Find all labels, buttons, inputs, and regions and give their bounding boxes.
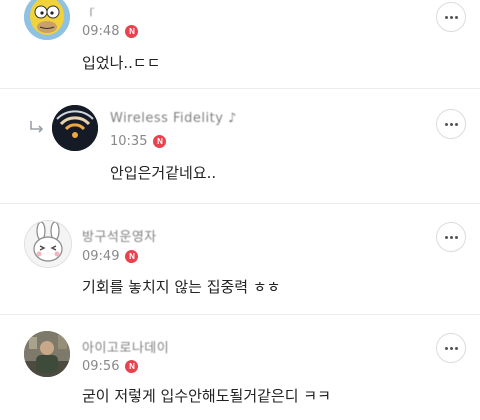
- avatar[interactable]: [24, 220, 72, 268]
- more-options-button[interactable]: [436, 333, 466, 363]
- wifi-avatar-icon: [52, 105, 98, 151]
- more-options-button[interactable]: [436, 2, 466, 32]
- reply-item: Wireless Fidelity ♪ 10:35 N 안입은거같네요..: [0, 89, 480, 201]
- nickname[interactable]: Wireless Fidelity ♪: [110, 111, 237, 126]
- more-options-button[interactable]: [436, 109, 466, 139]
- more-dots-icon: [449, 346, 453, 350]
- more-options-button[interactable]: [436, 222, 466, 252]
- comment-item: 「 09:48 N 입었나..ㄷㄷ: [0, 0, 480, 88]
- nickname[interactable]: 방구석운영자: [82, 226, 157, 245]
- more-dots-icon: [444, 122, 448, 126]
- new-badge: N: [153, 135, 167, 148]
- photo-avatar-icon: [24, 331, 70, 377]
- more-dots-icon: [449, 122, 453, 126]
- reply-arrow-icon: [30, 121, 44, 133]
- more-dots-icon: [454, 122, 458, 126]
- timestamp-row: 09:56 N: [82, 359, 139, 374]
- more-dots-icon: [454, 15, 458, 19]
- avatar[interactable]: [52, 105, 98, 151]
- timestamp-row: 10:35 N: [110, 134, 167, 149]
- comment-text: 굳이 저렇게 입수안해도될거같은디 ㅋㅋ: [82, 387, 331, 405]
- new-badge: N: [125, 360, 139, 373]
- more-dots-icon: [449, 235, 453, 239]
- more-dots-icon: [449, 15, 453, 19]
- more-dots-icon: [444, 15, 448, 19]
- timestamp: 09:49: [82, 249, 120, 264]
- simpsons-avatar-icon: [24, 0, 70, 40]
- comment-text: 입었나..ㄷㄷ: [82, 54, 161, 72]
- bunny-avatar-icon: [25, 221, 71, 267]
- timestamp-row: 09:49 N: [82, 249, 139, 264]
- nickname[interactable]: 아이고로나데이: [82, 337, 169, 356]
- nickname[interactable]: 「: [82, 4, 96, 23]
- comment-item: 아이고로나데이 09:56 N 굳이 저렇게 입수안해도될거같은디 ㅋㅋ: [0, 315, 480, 420]
- new-badge: N: [125, 25, 139, 38]
- more-dots-icon: [454, 346, 458, 350]
- more-dots-icon: [444, 235, 448, 239]
- timestamp-row: 09:48 N: [82, 24, 139, 39]
- new-badge: N: [125, 250, 139, 263]
- avatar[interactable]: [24, 0, 70, 40]
- timestamp: 09:56: [82, 359, 120, 374]
- comment-text: 기회를 놓치지 않는 집중력 ㅎㅎ: [82, 278, 281, 296]
- more-dots-icon: [454, 235, 458, 239]
- timestamp: 10:35: [110, 134, 148, 149]
- avatar[interactable]: [24, 331, 70, 377]
- comment-item: 방구석운영자 09:49 N 기회를 놓치지 않는 집중력 ㅎㅎ: [0, 204, 480, 314]
- timestamp: 09:48: [82, 24, 120, 39]
- more-dots-icon: [444, 346, 448, 350]
- comment-text: 안입은거같네요..: [110, 164, 217, 182]
